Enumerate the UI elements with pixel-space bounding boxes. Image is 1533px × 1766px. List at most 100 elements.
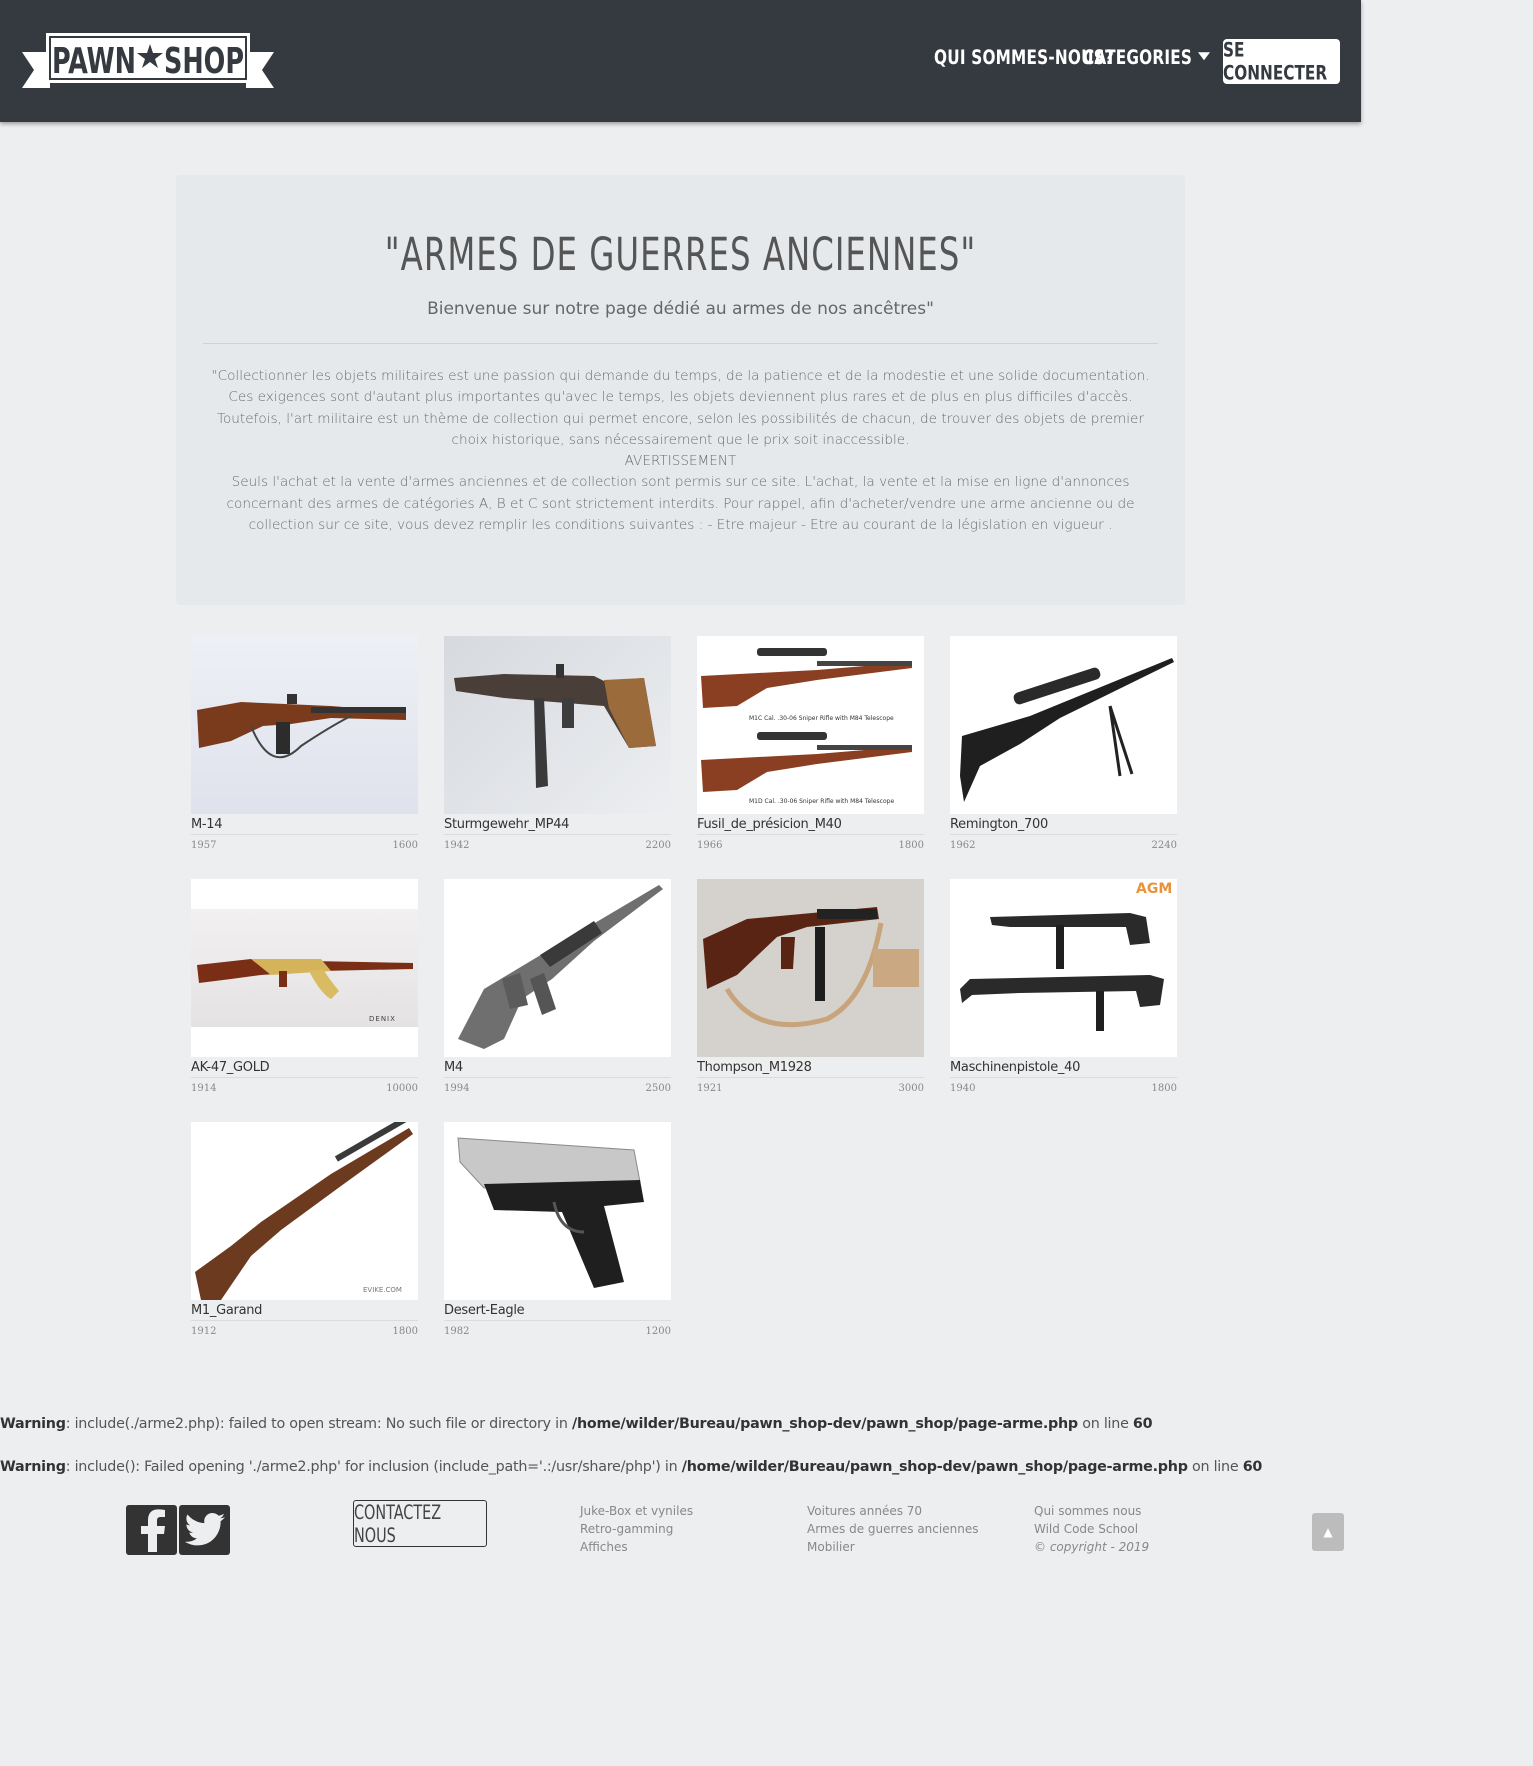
- footer-link-voitures[interactable]: Voitures années 70: [807, 1502, 978, 1520]
- footer-link-retro-gaming[interactable]: Retro-gamming: [580, 1520, 693, 1538]
- caret-down-icon: [1198, 51, 1211, 60]
- facebook-icon: [140, 1509, 165, 1552]
- product-card-remington700[interactable]: Remington_700 1962 2240: [950, 636, 1177, 851]
- warning-line-number: 60: [1132, 1416, 1153, 1432]
- m40-caption-2: M1D Cal. .30-06 Sniper Rifle with M84 Te…: [749, 798, 894, 805]
- product-name[interactable]: Remington_700: [950, 816, 1177, 835]
- footer-column-1: Juke-Box et vyniles Retro-gamming Affich…: [580, 1502, 693, 1556]
- product-year: 1957: [191, 840, 217, 851]
- twitter-link[interactable]: [179, 1505, 230, 1555]
- php-warning: Warning: include(./arme2.php): failed to…: [0, 1416, 1153, 1432]
- php-warning: Warning: include(): Failed opening './ar…: [0, 1459, 1262, 1475]
- product-image[interactable]: [444, 879, 671, 1057]
- nav-categories-dropdown[interactable]: CATEGORIES: [1083, 46, 1211, 70]
- warning-line-number: 60: [1242, 1459, 1263, 1475]
- product-price: 2500: [645, 1083, 671, 1094]
- product-year: 1962: [950, 840, 976, 851]
- contact-button-label: CONTACTEZ NOUS: [354, 1500, 442, 1547]
- warning-path: /home/wilder/Bureau/pawn_shop-dev/pawn_s…: [571, 1416, 1078, 1432]
- product-image[interactable]: [950, 636, 1177, 814]
- product-card-m4[interactable]: M4 1994 2500: [444, 879, 671, 1094]
- hero-jumbotron: "ARMES DE GUERRES ANCIENNES" Bienvenue s…: [176, 175, 1185, 605]
- warning-message: : include(): Failed opening './arme2.php…: [65, 1459, 682, 1475]
- product-year: 1940: [950, 1083, 976, 1094]
- product-price: 1200: [645, 1326, 671, 1337]
- warning-label: Warning: [0, 1459, 66, 1475]
- product-price: 1800: [392, 1326, 418, 1337]
- login-button-label: SE CONNECTER: [1223, 38, 1328, 85]
- page-subtitle: Bienvenue sur notre page dédié au armes …: [427, 299, 934, 319]
- product-card-mp40[interactable]: AGM Maschinenpistole_40 1940 1800: [950, 879, 1177, 1094]
- warning-text: Seuls l'achat et la vente d'armes ancien…: [226, 474, 1135, 534]
- svg-text:PAWN: PAWN: [52, 41, 136, 82]
- product-card-m1-garand[interactable]: EVIKE.COM M1_Garand 1912 1800: [191, 1122, 418, 1337]
- warning-message: : include(./arme2.php): failed to open s…: [65, 1416, 572, 1432]
- product-year: 1921: [697, 1083, 723, 1094]
- product-image[interactable]: AGM: [950, 879, 1177, 1057]
- product-price: 3000: [898, 1083, 924, 1094]
- product-year: 1994: [444, 1083, 470, 1094]
- product-name[interactable]: M1_Garand: [191, 1302, 418, 1321]
- product-image[interactable]: [444, 1122, 671, 1300]
- product-watermark: EVIKE.COM: [363, 1286, 402, 1294]
- product-year: 1966: [697, 840, 723, 851]
- hero-description: "Collectionner les objets militaires est…: [206, 366, 1155, 536]
- product-image[interactable]: DENIX: [191, 879, 418, 1057]
- product-price: 1800: [898, 840, 924, 851]
- navbar: PAWN SHOP QUI SOMMES-NOUS? CATEGORIES SE…: [0, 0, 1361, 122]
- product-name[interactable]: M4: [444, 1059, 671, 1078]
- product-watermark: AGM: [1136, 881, 1173, 897]
- copyright-text: © copyright - 2019: [1034, 1540, 1150, 1554]
- warning-title: AVERTISSEMENT: [624, 453, 737, 470]
- product-name[interactable]: M-14: [191, 816, 418, 835]
- product-card-ak47-gold[interactable]: DENIX AK-47_GOLD 1914 10000: [191, 879, 418, 1094]
- product-name[interactable]: Fusil_de_présicion_M40: [697, 816, 924, 835]
- product-image[interactable]: M1C Cal. .30-06 Sniper Rifle with M84 Te…: [697, 636, 924, 814]
- product-price: 2240: [1151, 840, 1177, 851]
- hero-divider: [203, 343, 1158, 344]
- footer-column-2: Voitures années 70 Armes de guerres anci…: [807, 1502, 978, 1556]
- footer-link-affiches[interactable]: Affiches: [580, 1538, 693, 1556]
- nav-categories-label: CATEGORIES: [1083, 46, 1193, 70]
- product-price: 10000: [386, 1083, 418, 1094]
- product-image[interactable]: EVIKE.COM: [191, 1122, 418, 1300]
- product-image[interactable]: [697, 879, 924, 1057]
- footer-link-jukebox[interactable]: Juke-Box et vyniles: [580, 1502, 693, 1520]
- product-year: 1912: [191, 1326, 217, 1337]
- warning-on-line: on line: [1077, 1416, 1133, 1432]
- warning-on-line: on line: [1187, 1459, 1243, 1475]
- page-title: "ARMES DE GUERRES ANCIENNES": [384, 229, 977, 282]
- footer-link-armes[interactable]: Armes de guerres anciennes: [807, 1520, 978, 1538]
- contact-button[interactable]: CONTACTEZ NOUS: [353, 1500, 487, 1547]
- product-image[interactable]: [444, 636, 671, 814]
- product-card-desert-eagle[interactable]: Desert-Eagle 1982 1200: [444, 1122, 671, 1337]
- footer-link-wild-code-school[interactable]: Wild Code School: [1034, 1520, 1149, 1538]
- hero-intro-text: "Collectionner les objets militaires est…: [211, 368, 1150, 448]
- warning-path: /home/wilder/Bureau/pawn_shop-dev/pawn_s…: [681, 1459, 1188, 1475]
- product-image[interactable]: [191, 636, 418, 814]
- product-name[interactable]: Maschinenpistole_40: [950, 1059, 1177, 1078]
- product-year: 1914: [191, 1083, 217, 1094]
- product-name[interactable]: Sturmgewehr_MP44: [444, 816, 671, 835]
- product-card-thompson[interactable]: Thompson_M1928 1921 3000: [697, 879, 924, 1094]
- scroll-to-top-button[interactable]: ▲: [1312, 1513, 1344, 1551]
- product-watermark: DENIX: [369, 1015, 396, 1023]
- product-card-mp44[interactable]: Sturmgewehr_MP44 1942 2200: [444, 636, 671, 851]
- twitter-icon: [184, 1513, 225, 1546]
- footer-link-mobilier[interactable]: Mobilier: [807, 1538, 978, 1556]
- footer-column-3: Qui sommes nous Wild Code School © copyr…: [1034, 1502, 1149, 1556]
- product-name[interactable]: Thompson_M1928: [697, 1059, 924, 1078]
- product-year: 1942: [444, 840, 470, 851]
- product-price: 1800: [1151, 1083, 1177, 1094]
- product-name[interactable]: Desert-Eagle: [444, 1302, 671, 1321]
- facebook-link[interactable]: [126, 1505, 177, 1555]
- svg-text:SHOP: SHOP: [164, 41, 244, 82]
- warning-label: Warning: [0, 1416, 66, 1432]
- product-name[interactable]: AK-47_GOLD: [191, 1059, 418, 1078]
- pawn-shop-logo[interactable]: PAWN SHOP: [22, 30, 274, 90]
- product-card-m14[interactable]: M-14 1957 1600: [191, 636, 418, 851]
- login-button[interactable]: SE CONNECTER: [1223, 38, 1340, 85]
- arrow-up-icon: ▲: [1323, 1525, 1333, 1539]
- product-card-m40[interactable]: M1C Cal. .30-06 Sniper Rifle with M84 Te…: [697, 636, 924, 851]
- footer-link-about[interactable]: Qui sommes nous: [1034, 1502, 1149, 1520]
